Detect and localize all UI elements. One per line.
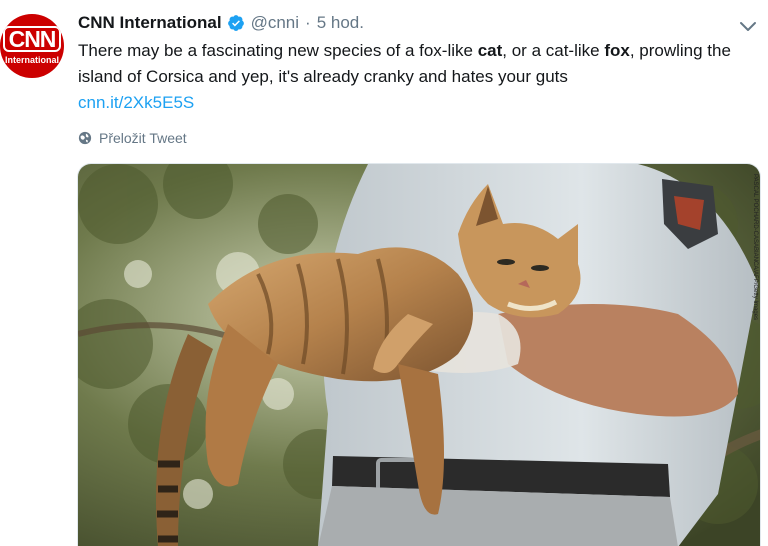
translate-tweet-button[interactable]: Přeložit Tweet — [78, 127, 187, 149]
separator-dot: · — [305, 13, 311, 32]
avatar-subtext: International — [4, 54, 59, 65]
tweet-photo[interactable]: PASCAL POCHARD-CASABIANCA/AFP/Getty Imag… — [77, 163, 761, 546]
verified-badge-icon — [227, 15, 244, 31]
tweet[interactable]: CNN International CNN International @cnn… — [0, 0, 768, 546]
photo-credit: PASCAL POCHARD-CASABIANCA/AFP/Getty Imag… — [752, 174, 758, 320]
cnn-logo: CNN — [2, 25, 62, 52]
tweet-text-segment: , or a cat-like — [502, 41, 605, 60]
tweet-text-bold-cat: cat — [477, 41, 503, 60]
chevron-down-icon[interactable] — [736, 14, 760, 38]
tweet-text-segment: There may be a fascinating new species o… — [78, 41, 478, 60]
tweet-text-bold-fox: fox — [604, 41, 630, 60]
tweet-link[interactable]: cnn.it/2Xk5E5S — [78, 90, 194, 116]
account-handle[interactable]: @cnni — [251, 13, 299, 33]
translate-label: Přeložit Tweet — [99, 130, 187, 146]
globe-icon — [78, 131, 92, 145]
cat-photo-image: PASCAL POCHARD-CASABIANCA/AFP/Getty Imag… — [78, 164, 760, 546]
tweet-header: CNN International @cnni · 5 hod. — [78, 12, 364, 34]
tweet-time[interactable]: 5 hod. — [317, 13, 364, 33]
avatar[interactable]: CNN International — [0, 14, 64, 78]
account-name[interactable]: CNN International — [78, 13, 222, 33]
tweet-text: There may be a fascinating new species o… — [78, 38, 758, 116]
